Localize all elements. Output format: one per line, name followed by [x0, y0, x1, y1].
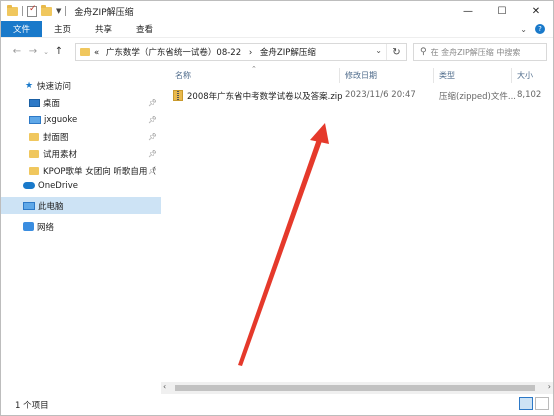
minimize-button[interactable]: — [451, 1, 485, 21]
pin-icon: 📌︎ [148, 98, 157, 107]
search-icon: ⚲ [420, 47, 427, 57]
sort-ascending-icon: ⌃ [251, 65, 257, 73]
new-folder-icon[interactable] [41, 4, 52, 16]
sidebar-item-label: OneDrive [38, 180, 78, 191]
column-header-name[interactable]: 名称 [175, 70, 191, 81]
tab-home[interactable]: 主页 [42, 21, 83, 37]
sidebar-item-trial-material[interactable]: 试用素材 📌︎ [1, 145, 161, 162]
details-view-icon[interactable] [519, 397, 533, 410]
folder-icon [29, 149, 39, 158]
close-button[interactable]: ✕ [519, 1, 553, 21]
ribbon-tabs: 文件 主页 共享 查看 ⌄ ? [1, 21, 553, 37]
tab-share[interactable]: 共享 [83, 21, 124, 37]
item-count: 1 个项目 [15, 400, 49, 411]
navigation-bar: ← → ⌄ ↑ « 广东数学（广东省统一试卷）08-22 › 金舟ZIP解压缩 … [1, 37, 553, 65]
desktop-icon [29, 98, 40, 107]
divider[interactable] [339, 68, 340, 83]
sidebar-item-cover[interactable]: 封面图 📌︎ [1, 128, 161, 145]
file-size: 8,102 [517, 90, 542, 100]
pin-icon: 📌︎ [148, 166, 157, 175]
table-row[interactable]: 2008年广东省中考数学试卷以及答案.zip 2023/11/6 20:47 压… [173, 87, 553, 104]
sidebar-item-label: 快速访问 [37, 81, 72, 92]
refresh-icon[interactable]: ↻ [386, 44, 406, 60]
address-dropdown-icon[interactable]: ⌄ [375, 46, 382, 55]
up-arrow-icon[interactable]: ↑ [51, 46, 67, 57]
sidebar-item-label: KPOP歌单 女团向 听歌自用（ [43, 166, 156, 177]
column-header-size[interactable]: 大小 [517, 70, 533, 81]
maximize-button[interactable]: ☐ [485, 1, 519, 21]
scroll-right-icon[interactable]: › [548, 382, 551, 391]
file-name[interactable]: 2008年广东省中考数学试卷以及答案.zip [187, 90, 343, 102]
search-placeholder: 在 金舟ZIP解压缩 中搜索 [430, 47, 521, 57]
pin-icon: 📌︎ [148, 149, 157, 158]
sidebar-item-this-pc[interactable]: 此电脑 [1, 197, 161, 214]
large-icons-view-icon[interactable] [535, 397, 549, 410]
sidebar-item-label: 网络 [37, 222, 55, 233]
breadcrumb-overflow[interactable]: « [94, 48, 99, 58]
sidebar-item-label: 桌面 [43, 98, 61, 109]
file-type: 压缩(zipped)文件... [439, 92, 516, 102]
scroll-left-icon[interactable]: ‹ [163, 382, 166, 391]
help-icon[interactable]: ? [535, 24, 545, 34]
star-icon: ★ [24, 80, 34, 91]
sidebar-item-label: 试用素材 [43, 149, 78, 160]
breadcrumb[interactable]: « 广东数学（广东省统一试卷）08-22 › 金舟ZIP解压缩 [94, 46, 316, 58]
breadcrumb-separator[interactable]: › [249, 48, 252, 58]
quick-access-dropdown-icon[interactable]: ▼ [56, 7, 61, 15]
title-bar: ▼ 金舟ZIP解压缩 — ☐ ✕ [1, 1, 553, 21]
explorer-window: ▼ 金舟ZIP解压缩 — ☐ ✕ 文件 主页 共享 查看 ⌄ ? ← → ⌄ ↑… [0, 0, 554, 416]
folder-icon [29, 132, 39, 141]
forward-arrow-icon[interactable]: → [25, 46, 41, 57]
pin-icon: 📌︎ [148, 115, 157, 124]
column-header-type[interactable]: 类型 [439, 70, 455, 81]
expand-ribbon-icon[interactable]: ⌄ [520, 25, 527, 34]
back-arrow-icon[interactable]: ← [9, 46, 25, 57]
properties-icon[interactable] [27, 4, 37, 17]
pin-icon: 📌︎ [148, 132, 157, 141]
search-input[interactable]: ⚲ 在 金舟ZIP解压缩 中搜索 [413, 43, 547, 61]
computer-icon [23, 201, 35, 210]
cloud-icon [23, 182, 35, 189]
tab-view[interactable]: 查看 [124, 21, 165, 37]
folder-icon [29, 166, 39, 175]
network-icon [23, 222, 34, 231]
address-bar[interactable]: « 广东数学（广东省统一试卷）08-22 › 金舟ZIP解压缩 ⌄ ↻ [75, 43, 407, 61]
sidebar-item-label: 封面图 [43, 132, 69, 143]
breadcrumb-item[interactable]: 广东数学（广东省统一试卷）08-22 [106, 48, 241, 58]
file-list: ⌃ 名称 修改日期 类型 大小 2008年广东省中考数学试卷以及答案.zip 2… [167, 65, 553, 394]
sidebar-item-desktop[interactable]: 桌面 📌︎ [1, 94, 161, 111]
horizontal-scrollbar[interactable]: ‹ › [161, 382, 553, 394]
monitor-icon [29, 115, 41, 124]
divider [22, 6, 23, 16]
sidebar-item-quick-access[interactable]: ★ 快速访问 [1, 77, 161, 94]
file-modified: 2023/11/6 20:47 [345, 90, 416, 100]
status-bar: 1 个项目 [1, 394, 553, 415]
divider [65, 6, 67, 16]
sidebar-item-onedrive[interactable]: OneDrive [1, 177, 161, 194]
divider[interactable] [511, 68, 512, 83]
sidebar-item-label: jxguoke [44, 114, 78, 125]
column-header-modified[interactable]: 修改日期 [345, 70, 377, 81]
window-title: 金舟ZIP解压缩 [74, 7, 134, 18]
tab-file[interactable]: 文件 [1, 21, 43, 37]
recent-locations-icon[interactable]: ⌄ [41, 48, 51, 56]
divider[interactable] [433, 68, 434, 83]
navigation-pane: ★ 快速访问 桌面 📌︎ jxguoke 📌︎ 封面图 📌︎ 试用素材 📌︎ K… [1, 65, 161, 394]
sidebar-item-label: 此电脑 [38, 201, 64, 212]
breadcrumb-item[interactable]: 金舟ZIP解压缩 [260, 48, 316, 58]
scrollbar-thumb[interactable] [175, 385, 535, 391]
folder-icon [7, 4, 18, 16]
zip-file-icon [173, 90, 183, 101]
sidebar-item-jxguoke[interactable]: jxguoke 📌︎ [1, 111, 161, 128]
folder-icon [80, 48, 90, 56]
sidebar-item-network[interactable]: 网络 [1, 218, 161, 235]
